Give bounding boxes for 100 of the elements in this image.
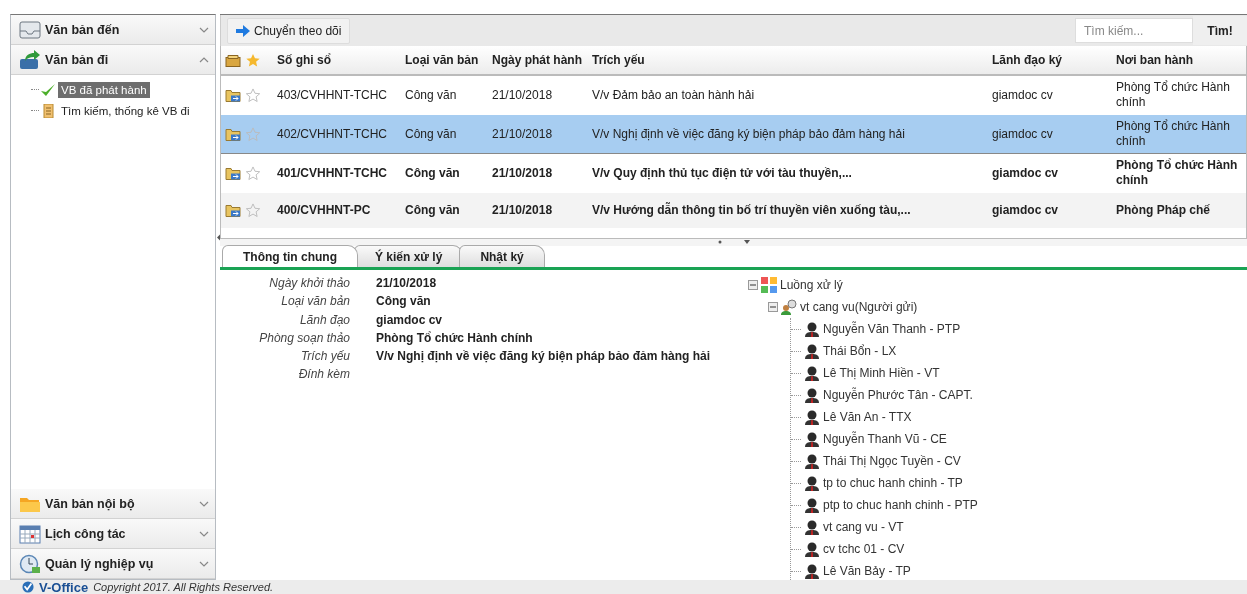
tree-node[interactable]: Thái Bổn - LX [823, 344, 897, 358]
table-cell-text: 21/10/2018 [492, 165, 554, 181]
tab[interactable]: Nhật ký [459, 245, 545, 267]
section-title: Lịch công tác [45, 526, 127, 541]
tree-node[interactable]: cv tchc 01 - CV [823, 542, 905, 556]
table-cell-text: Phòng Pháp chế [1116, 203, 1211, 218]
table-cell-text: giamdoc cv [992, 87, 1054, 103]
column-header[interactable]: Số ghi sổ [277, 52, 405, 68]
sidebar-section-header[interactable]: Quản lý nghiệp vụ [11, 549, 215, 579]
user-search-icon [781, 299, 797, 315]
logo-text: V-Office [39, 579, 89, 594]
outbox-icon [19, 49, 41, 70]
table-cell-text: V/v Hướng dẫn thông tin bố trí thuyền viên xuống tàu,... [592, 203, 912, 218]
tree-item[interactable]: Tìm kiếm, thống kê VB đi [58, 102, 193, 119]
tiles-icon [761, 277, 777, 293]
table-cell-text: V/v Quy định thủ tục điện tử với tàu thuyền,... [592, 165, 853, 181]
tree-node[interactable]: Lê Văn An - TTX [823, 410, 912, 424]
table-cell-text: giamdoc cv [992, 126, 1054, 142]
table-cell-text: Công văn [405, 126, 458, 142]
column-header[interactable]: Lãnh đạo ký [992, 52, 1116, 68]
sidebar-section-header[interactable]: Văn bản đến [11, 15, 215, 45]
chevron-icon [199, 530, 209, 537]
field-label: Đính kèm [297, 366, 350, 384]
section-title: Văn bản nội bộ [45, 496, 136, 511]
tree-node[interactable]: vt cang vu(Người gửi) [800, 300, 918, 314]
tab[interactable]: Thông tin chung [222, 245, 358, 267]
person-icon [804, 343, 820, 359]
sidebar-section-header[interactable]: Văn bản đi [11, 45, 215, 75]
tree-node[interactable]: Nguyễn Thanh Vũ - CE [823, 432, 947, 446]
table-row[interactable]: 402/CVHHNT-TCHC Công văn 21/10/2018 V/v Nghị định về việc đăng ký biện pháp bảo đảm hàng hải giamdoc cv Phòng Tổ chức Hành chính [221, 115, 1246, 154]
sidebar-section-header[interactable]: Văn bản nội bộ [11, 489, 215, 519]
copyright-text: Copyright 2017. All Rights Reserved. [93, 581, 274, 593]
star-icon[interactable] [245, 165, 261, 181]
collapse-icon[interactable] [748, 280, 758, 290]
person-icon [804, 475, 820, 491]
tree-node[interactable]: vt cang vu - VT [823, 520, 904, 534]
arrow-icon [236, 24, 250, 37]
person-icon [804, 387, 820, 403]
field-value: Công văn [376, 293, 432, 311]
table-cell-text: V/v Nghị định về việc đăng ký biện pháp bảo đảm hàng hải [592, 126, 906, 142]
tree-node[interactable]: Lê Thị Minh Hiền - VT [823, 366, 940, 380]
checkmark-icon [40, 82, 56, 97]
star-icon[interactable] [245, 126, 261, 142]
search-button[interactable]: Tìm! [1193, 16, 1247, 45]
sidebar-section-header[interactable]: Lịch công tác [11, 519, 215, 549]
document-icon [40, 103, 56, 118]
person-icon [804, 365, 820, 381]
field-label: Phòng soạn thảo [258, 329, 350, 347]
chevron-icon [199, 26, 209, 33]
tree-node[interactable]: ptp to chuc hanh chinh - PTP [823, 498, 978, 512]
field-label: Loại văn bản [280, 293, 350, 311]
star-icon[interactable] [245, 87, 261, 103]
chevron-icon [199, 56, 209, 63]
table-cell-text: Công văn [405, 87, 458, 103]
tree-node[interactable]: Thái Thị Ngọc Tuyền - CV [823, 454, 961, 468]
table-cell-text: 401/CVHHNT-TCHC [277, 165, 388, 181]
forward-button[interactable]: Chuyển theo dõi [227, 17, 351, 44]
table-cell-text: Phòng Tổ chức Hành chính [1116, 119, 1231, 149]
tree-node[interactable]: Nguyễn Phước Tân - CAPT. [823, 388, 973, 402]
table-cell-text: 400/CVHHNT-PC [277, 203, 372, 218]
tree-node[interactable]: tp to chuc hanh chinh - TP [823, 476, 963, 490]
column-header[interactable]: Nơi ban hành [1116, 52, 1246, 68]
section-title: Văn bản đến [45, 22, 121, 37]
section-title: Quản lý nghiệp vụ [45, 556, 155, 571]
search-field[interactable]: Tìm kiếm... [1075, 18, 1193, 43]
collapse-icon[interactable] [768, 302, 778, 312]
tree-node[interactable]: Nguyễn Văn Thanh - PTP [823, 322, 961, 336]
table-row[interactable]: 400/CVHHNT-PC Công văn 21/10/2018 V/v Hướng dẫn thông tin bố trí thuyền viên xuống tàu,... giamdoc cv Phòng Pháp chế [221, 193, 1246, 229]
table-cell-text: giamdoc cv [992, 203, 1060, 218]
column-header[interactable]: Trích yếu [592, 52, 992, 68]
column-header[interactable]: Ngày phát hành [492, 52, 592, 68]
chevron-icon [199, 560, 209, 567]
person-icon [804, 563, 820, 579]
folder-icon [225, 203, 241, 218]
field-value: giamdoc cv [376, 311, 444, 329]
field-value: 21/10/2018 [376, 275, 438, 292]
section-title: Văn bản đi [45, 52, 110, 67]
person-icon [804, 453, 820, 469]
tree-node[interactable]: Luồng xử lý [780, 278, 843, 292]
table-cell-text: 21/10/2018 [492, 203, 554, 218]
tree-item[interactable]: VB đã phát hành [58, 81, 150, 98]
tree-node[interactable]: Lê Văn Bảy - TP [823, 564, 911, 578]
table-cell-text: V/v Đảm bảo an toàn hành hải [592, 87, 756, 103]
inbox-icon [19, 19, 41, 40]
field-label: Ngày khởi thảo [268, 275, 350, 292]
folder-icon [225, 126, 241, 142]
calendar-icon [19, 523, 41, 544]
table-cell-text: giamdoc cv [992, 165, 1060, 181]
person-icon [804, 519, 820, 535]
logo-icon [22, 581, 34, 593]
table-cell-text: Phòng Tổ chức Hành chính [1116, 158, 1239, 188]
person-icon [804, 497, 820, 513]
column-header[interactable]: Loại văn bản [405, 52, 492, 68]
table-cell-text: 402/CVHHNT-TCHC [277, 126, 388, 142]
star-icon[interactable] [245, 203, 261, 218]
person-icon [804, 321, 820, 337]
table-cell-text: Công văn [405, 165, 461, 181]
table-cell-text: Phòng Tổ chức Hành chính [1116, 80, 1231, 110]
folder-icon [225, 165, 241, 181]
person-icon [804, 431, 820, 447]
